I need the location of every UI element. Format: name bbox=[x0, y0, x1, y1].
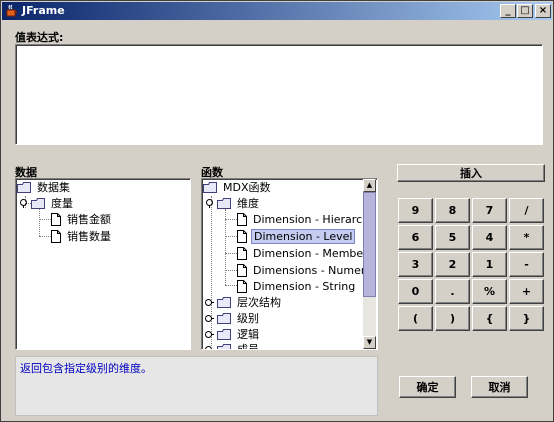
document-icon bbox=[237, 212, 247, 226]
data-tree[interactable]: 数据集 度量 销售金额 销售数量 bbox=[15, 178, 191, 350]
key-5-button[interactable]: 5 bbox=[435, 225, 470, 250]
scroll-down-arrow-icon[interactable]: ▼ bbox=[363, 336, 376, 349]
folder-icon bbox=[217, 328, 231, 340]
tree-node-label: 维度 bbox=[237, 197, 259, 210]
document-icon bbox=[237, 229, 247, 243]
tree-node-mdx-functions[interactable]: MDX函数 bbox=[203, 179, 273, 195]
insert-button[interactable]: 插入 bbox=[397, 164, 545, 182]
tree-node-label: Dimension - Hierarchy bbox=[253, 212, 376, 226]
tree-node-measure[interactable]: 度量 bbox=[19, 195, 75, 211]
tree-node-label: 层次结构 bbox=[237, 296, 281, 309]
expanded-handle-icon bbox=[20, 198, 27, 208]
tree-node-label: Dimension - Member bbox=[253, 246, 368, 260]
tree-node-label: 成员 bbox=[237, 343, 259, 350]
key-multiply-button[interactable]: * bbox=[509, 225, 544, 250]
folder-icon bbox=[217, 343, 231, 349]
java-cup-icon bbox=[6, 4, 17, 17]
key-minus-button[interactable]: - bbox=[509, 252, 544, 277]
collapsed-handle-icon bbox=[205, 298, 214, 306]
tree-node-label: Dimension - String bbox=[253, 279, 356, 293]
tree-node-label: 销售数量 bbox=[67, 230, 111, 243]
ok-button[interactable]: 确定 bbox=[399, 376, 456, 398]
key-open-paren-button[interactable]: ( bbox=[398, 306, 433, 331]
close-button[interactable]: × bbox=[535, 4, 551, 18]
tree-node-dimension-string[interactable]: Dimension - String bbox=[237, 278, 357, 294]
folder-icon bbox=[17, 181, 31, 193]
key-6-button[interactable]: 6 bbox=[398, 225, 433, 250]
folder-icon bbox=[217, 197, 231, 209]
window-title: JFrame bbox=[22, 4, 65, 17]
collapsed-handle-icon bbox=[205, 345, 214, 349]
tree-node-dimension-member[interactable]: Dimension - Member bbox=[237, 245, 370, 261]
tree-node-label: 度量 bbox=[51, 197, 73, 210]
function-description: 返回包含指定级别的维度。 bbox=[15, 356, 378, 416]
tree-node-label: 数据集 bbox=[37, 181, 70, 194]
tree-node-label: MDX函数 bbox=[223, 181, 271, 194]
tree-node-hierarchy-group[interactable]: 层次结构 bbox=[205, 294, 283, 310]
title-bar[interactable]: JFrame _ □ × bbox=[2, 2, 552, 20]
scroll-up-arrow-icon[interactable]: ▲ bbox=[363, 179, 376, 192]
collapsed-handle-icon bbox=[205, 314, 214, 322]
key-plus-button[interactable]: + bbox=[509, 279, 544, 304]
key-7-button[interactable]: 7 bbox=[472, 198, 507, 223]
tree-node-sales-amount[interactable]: 销售金额 bbox=[51, 211, 113, 227]
tree-node-dataset[interactable]: 数据集 bbox=[17, 179, 72, 195]
tree-node-label: 级别 bbox=[237, 312, 259, 325]
key-9-button[interactable]: 9 bbox=[398, 198, 433, 223]
tree-node-label: Dimensions - Numeric bbox=[253, 263, 375, 277]
jframe-window: JFrame _ □ × 值表达式: 数据 数据集 度量 销售金额 销售数量 函… bbox=[0, 0, 554, 422]
key-2-button[interactable]: 2 bbox=[435, 252, 470, 277]
expression-label: 值表达式: bbox=[15, 31, 64, 44]
key-4-button[interactable]: 4 bbox=[472, 225, 507, 250]
tree-node-dimension[interactable]: 维度 bbox=[205, 195, 261, 211]
tree-node-label: 逻辑 bbox=[237, 328, 259, 341]
key-0-button[interactable]: 0 bbox=[398, 279, 433, 304]
key-open-brace-button[interactable]: { bbox=[472, 306, 507, 331]
collapsed-handle-icon bbox=[205, 330, 214, 338]
folder-icon bbox=[31, 197, 45, 209]
document-icon bbox=[237, 279, 247, 293]
key-8-button[interactable]: 8 bbox=[435, 198, 470, 223]
tree-node-sales-quantity[interactable]: 销售数量 bbox=[51, 228, 113, 244]
function-tree-scrollbar[interactable]: ▲ ▼ bbox=[363, 179, 376, 349]
tree-node-dimensions-numeric[interactable]: Dimensions - Numeric bbox=[237, 262, 376, 278]
function-tree[interactable]: MDX函数 维度 Dimension - Hierarchy Dimension… bbox=[201, 178, 378, 350]
document-icon bbox=[237, 246, 247, 260]
folder-icon bbox=[217, 296, 231, 308]
document-icon bbox=[51, 229, 61, 243]
minimize-button[interactable]: _ bbox=[500, 4, 516, 18]
key-divide-button[interactable]: / bbox=[509, 198, 544, 223]
key-3-button[interactable]: 3 bbox=[398, 252, 433, 277]
tree-node-logic-group[interactable]: 逻辑 bbox=[205, 326, 261, 342]
document-icon bbox=[51, 212, 61, 226]
expanded-handle-icon bbox=[206, 198, 213, 208]
tree-node-level-group[interactable]: 级别 bbox=[205, 310, 261, 326]
expression-textarea[interactable] bbox=[15, 44, 543, 145]
tree-node-label: Dimension - Level bbox=[251, 228, 356, 244]
scroll-thumb[interactable] bbox=[363, 192, 376, 297]
folder-icon bbox=[217, 312, 231, 324]
key-dot-button[interactable]: . bbox=[435, 279, 470, 304]
document-icon bbox=[237, 263, 247, 277]
tree-node-label: 销售金额 bbox=[67, 213, 111, 226]
cancel-button[interactable]: 取消 bbox=[471, 376, 528, 398]
key-1-button[interactable]: 1 bbox=[472, 252, 507, 277]
key-close-brace-button[interactable]: } bbox=[509, 306, 544, 331]
tree-node-member-group[interactable]: 成员 bbox=[205, 341, 261, 350]
tree-node-dimension-hierarchy[interactable]: Dimension - Hierarchy bbox=[237, 211, 377, 227]
key-percent-button[interactable]: % bbox=[472, 279, 507, 304]
key-close-paren-button[interactable]: ) bbox=[435, 306, 470, 331]
folder-icon bbox=[203, 181, 217, 193]
maximize-button[interactable]: □ bbox=[517, 4, 533, 18]
tree-node-dimension-level[interactable]: Dimension - Level bbox=[237, 228, 356, 244]
